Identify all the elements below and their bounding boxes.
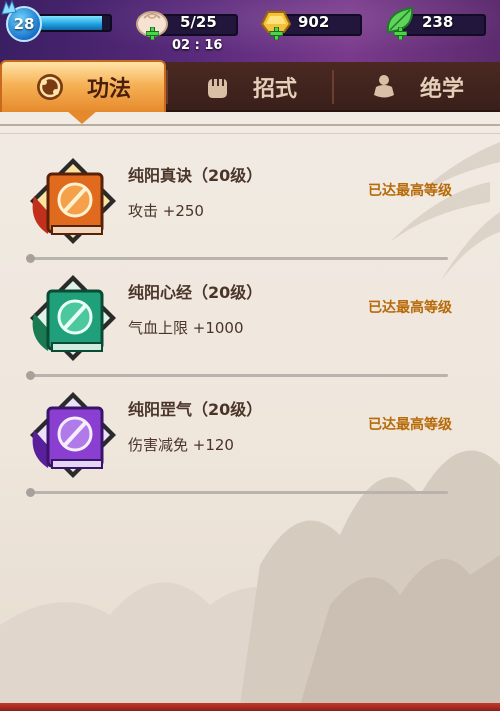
skill-effect: 攻击 +250 [128, 202, 204, 220]
row-divider [26, 254, 448, 263]
jade-value: 238 [422, 13, 454, 31]
active-tab-pointer [66, 110, 98, 124]
add-gold-icon[interactable] [270, 27, 283, 40]
skill-name: 纯阳心经（20级） [128, 283, 263, 302]
row-divider [26, 371, 448, 380]
skill-row[interactable]: 纯阳罡气（20级） 伤害减免 +120 已达最高等级 [0, 380, 500, 498]
green-skill-book-icon [30, 275, 116, 361]
tab-bar: 功法 招式 绝学 [0, 60, 500, 114]
row-divider [26, 488, 448, 497]
max-level-status: 已达最高等级 [368, 183, 452, 199]
fist-icon [207, 79, 227, 98]
tab-juexue-label: 绝学 [419, 77, 464, 102]
gold-value: 902 [298, 13, 330, 31]
purple-skill-book-icon [30, 392, 116, 478]
skill-list-panel: 纯阳真诀（20级） 攻击 +250 已达最高等级 纯阳心经（20级） 气血上限 … [0, 112, 500, 705]
tab-zhaoshi[interactable]: 招式 [168, 62, 332, 112]
stamina-value: 5/25 [180, 13, 217, 31]
red-skill-book-icon [30, 158, 116, 244]
exp-bar-fill [32, 16, 103, 30]
tab-zhaoshi-label: 招式 [252, 77, 297, 102]
stamina-timer: 02 : 16 [172, 38, 223, 53]
skill-effect: 气血上限 +1000 [128, 319, 244, 337]
skill-row[interactable]: 纯阳真诀（20级） 攻击 +250 已达最高等级 [0, 146, 500, 264]
skill-name: 纯阳真诀（20级） [128, 166, 263, 185]
max-level-status: 已达最高等级 [368, 417, 452, 433]
wing-icon [1, 0, 17, 15]
tab-gongfa-label: 功法 [86, 77, 131, 102]
skill-name: 纯阳罡气（20级） [128, 400, 263, 419]
tab-juexue[interactable]: 绝学 [334, 62, 500, 112]
max-level-status: 已达最高等级 [368, 300, 452, 316]
skill-row[interactable]: 纯阳心经（20级） 气血上限 +1000 已达最高等级 [0, 263, 500, 381]
meditate-icon [373, 75, 394, 98]
bottom-border [0, 703, 500, 711]
skill-orb-icon [36, 74, 63, 100]
player-level: 28 [13, 15, 35, 33]
skill-effect: 伤害减免 +120 [128, 436, 234, 454]
exp-bar [30, 14, 112, 32]
tab-gongfa[interactable]: 功法 [0, 60, 166, 114]
add-stamina-icon[interactable] [146, 27, 159, 40]
add-jade-icon[interactable] [394, 27, 407, 40]
